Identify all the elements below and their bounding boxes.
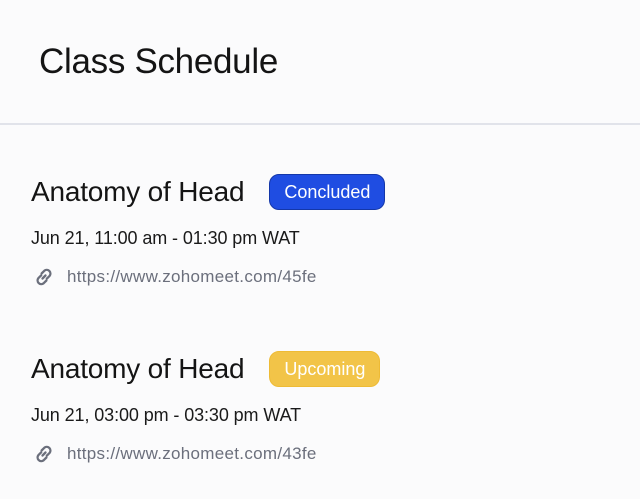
meeting-link-url[interactable]: https://www.zohomeet.com/43fe: [67, 442, 317, 466]
class-time: Jun 21, 11:00 am - 01:30 pm WAT: [31, 228, 300, 248]
meeting-link-url[interactable]: https://www.zohomeet.com/45fe: [67, 265, 317, 289]
status-badge-concluded: Concluded: [269, 174, 386, 210]
meeting-link[interactable]: https://www.zohomeet.com/43fe: [31, 441, 317, 467]
class-title: Anatomy of Head: [31, 353, 245, 384]
link-icon: [31, 441, 57, 467]
status-badge-upcoming: Upcoming: [269, 351, 381, 387]
class-item: Anatomy of Head Upcoming Jun 21, 03:00 p…: [31, 349, 611, 479]
class-title-row: Anatomy of Head Upcoming: [31, 349, 381, 389]
class-title: Anatomy of Head: [31, 176, 245, 207]
link-icon: [31, 264, 57, 290]
class-schedule-screen: Class Schedule Anatomy of Head Concluded…: [0, 0, 640, 499]
class-time: Jun 21, 03:00 pm - 03:30 pm WAT: [31, 405, 302, 425]
meeting-link[interactable]: https://www.zohomeet.com/45fe: [31, 264, 317, 290]
header: Class Schedule: [0, 0, 640, 125]
page-title: Class Schedule: [39, 42, 278, 81]
class-item: Anatomy of Head Concluded Jun 21, 11:00 …: [31, 172, 611, 302]
class-title-row: Anatomy of Head Concluded: [31, 172, 386, 212]
